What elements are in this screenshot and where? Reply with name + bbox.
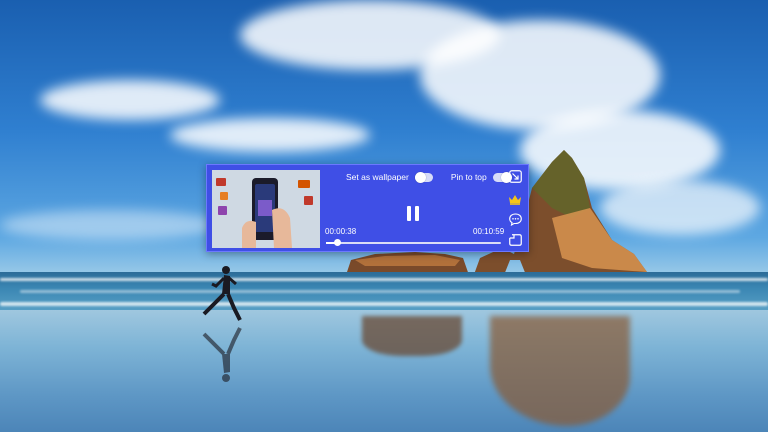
pin-to-top-label: Pin to top (450, 172, 487, 182)
player-toggles: Set as wallpaper Pin to top (346, 170, 512, 184)
runner-reflection (202, 327, 242, 382)
chat-bubble-icon[interactable] (508, 212, 522, 226)
video-frame (212, 170, 320, 248)
collapse-icon[interactable] (508, 169, 522, 183)
seek-bar-handle[interactable] (333, 239, 341, 246)
video-thumbnail[interactable] (212, 170, 320, 248)
wave (20, 290, 740, 293)
cloud (170, 118, 370, 152)
rock-reflection (490, 316, 630, 426)
set-wallpaper-label: Set as wallpaper (346, 172, 409, 182)
crown-icon[interactable] (508, 192, 522, 206)
wet-sand (0, 310, 768, 432)
cloud (40, 80, 220, 120)
runner-figure (202, 266, 242, 321)
desktop-wallpaper: Set as wallpaper Pin to top 00:00:38 00:… (0, 0, 768, 432)
floating-video-player[interactable]: Set as wallpaper Pin to top 00:00:38 00:… (206, 164, 529, 252)
set-wallpaper-toggle[interactable] (414, 171, 433, 183)
cloud (0, 210, 220, 240)
wave (0, 278, 768, 281)
sea (0, 272, 768, 312)
current-time: 00:00:38 (325, 227, 357, 236)
rock-reflection (362, 316, 462, 356)
pause-icon (407, 206, 411, 221)
wave (0, 302, 768, 306)
total-duration: 00:10:59 (473, 227, 505, 236)
minimize-window-icon[interactable] (508, 233, 522, 247)
pause-icon (415, 206, 419, 221)
pause-button[interactable] (406, 204, 422, 224)
toggle-knob (414, 171, 426, 183)
seek-bar[interactable] (326, 239, 501, 246)
